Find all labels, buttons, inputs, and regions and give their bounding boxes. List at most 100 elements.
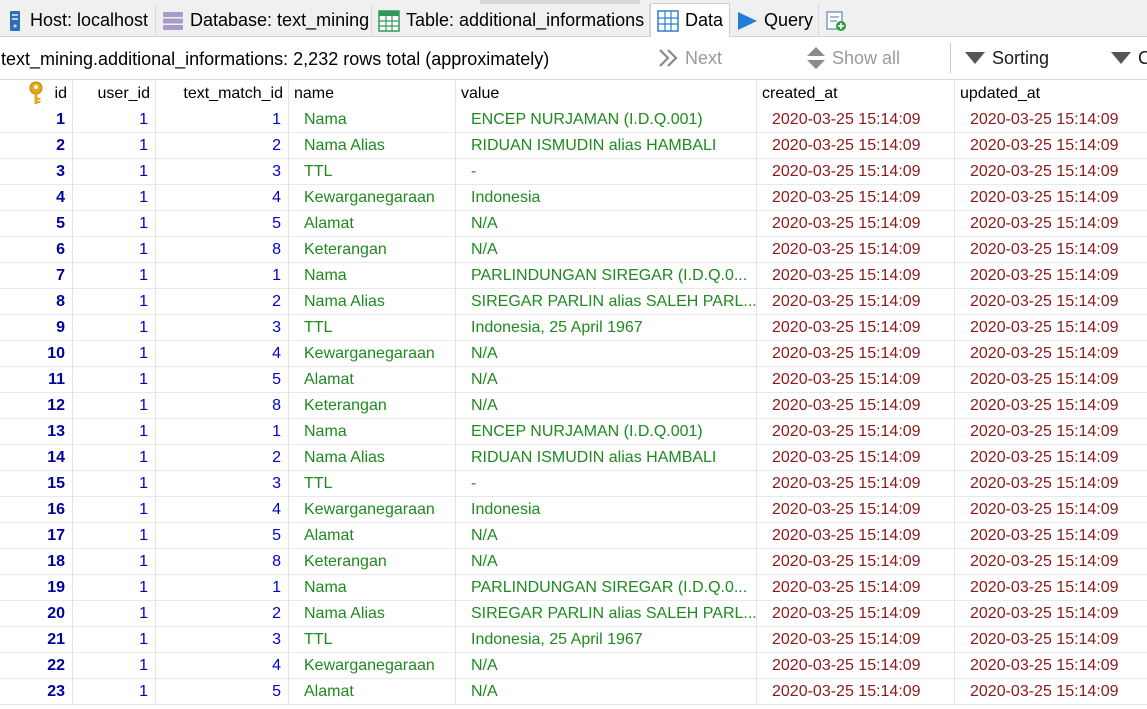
table-row[interactable]: 4 1 4 Kewarganegaraan Indonesia 2020-03-25 15… <box>0 185 1147 211</box>
cell-name[interactable]: Keterangan <box>289 549 456 575</box>
cell-id[interactable]: 15 <box>0 471 73 497</box>
cell-id[interactable]: 16 <box>0 497 73 523</box>
cell-user-id[interactable]: 1 <box>73 419 156 445</box>
table-row[interactable]: 8 1 2 Nama Alias SIREGAR PARLIN alias SALEH … <box>0 289 1147 315</box>
cell-name[interactable]: Keterangan <box>289 237 456 263</box>
cell-name[interactable]: Nama <box>289 575 456 601</box>
cell-created-at[interactable]: 2020-03-25 15:14:09 <box>757 289 955 315</box>
cell-created-at[interactable]: 2020-03-25 15:14:09 <box>757 419 955 445</box>
cell-name[interactable]: Nama Alias <box>289 601 456 627</box>
cell-updated-at[interactable]: 2020-03-25 15:14:09 <box>955 627 1147 653</box>
cell-name[interactable]: Kewarganegaraan <box>289 653 456 679</box>
cell-created-at[interactable]: 2020-03-25 15:14:09 <box>757 471 955 497</box>
cell-text-match-id[interactable]: 2 <box>156 133 289 159</box>
table-row[interactable]: 16 1 4 Kewarganegaraan Indonesia 2020-03-25 1… <box>0 497 1147 523</box>
cell-id[interactable]: 4 <box>0 185 73 211</box>
cell-user-id[interactable]: 1 <box>73 211 156 237</box>
cell-user-id[interactable]: 1 <box>73 497 156 523</box>
cell-user-id[interactable]: 1 <box>73 315 156 341</box>
cell-name[interactable]: TTL <box>289 627 456 653</box>
cell-updated-at[interactable]: 2020-03-25 15:14:09 <box>955 679 1147 705</box>
cell-created-at[interactable]: 2020-03-25 15:14:09 <box>757 393 955 419</box>
cell-user-id[interactable]: 1 <box>73 549 156 575</box>
cell-id[interactable]: 7 <box>0 263 73 289</box>
table-row[interactable]: 9 1 3 TTL Indonesia, 25 April 1967 2020-03-25… <box>0 315 1147 341</box>
cell-created-at[interactable]: 2020-03-25 15:14:09 <box>757 575 955 601</box>
cell-name[interactable]: Nama Alias <box>289 289 456 315</box>
cell-user-id[interactable]: 1 <box>73 289 156 315</box>
tab-host[interactable]: Host: localhost <box>0 4 156 37</box>
cell-value[interactable]: Indonesia, 25 April 1967 <box>456 627 757 653</box>
cell-created-at[interactable]: 2020-03-25 15:14:09 <box>757 497 955 523</box>
tab-data[interactable]: Data <box>650 3 730 37</box>
cell-updated-at[interactable]: 2020-03-25 15:14:09 <box>955 159 1147 185</box>
cell-value[interactable]: N/A <box>456 237 757 263</box>
table-row[interactable]: 3 1 3 TTL -2020-03-25 15:14:09 2020-03-25 15:… <box>0 159 1147 185</box>
cell-updated-at[interactable]: 2020-03-25 15:14:09 <box>955 315 1147 341</box>
cell-name[interactable]: TTL <box>289 159 456 185</box>
cell-name[interactable]: Alamat <box>289 523 456 549</box>
cell-updated-at[interactable]: 2020-03-25 15:14:09 <box>955 419 1147 445</box>
cell-user-id[interactable]: 1 <box>73 107 156 133</box>
cell-user-id[interactable]: 1 <box>73 393 156 419</box>
column-header-name[interactable]: name <box>289 80 456 107</box>
cell-name[interactable]: TTL <box>289 471 456 497</box>
cell-name[interactable]: TTL <box>289 315 456 341</box>
cell-value[interactable]: Indonesia <box>456 185 757 211</box>
cell-name[interactable]: Nama Alias <box>289 445 456 471</box>
cell-created-at[interactable]: 2020-03-25 15:14:09 <box>757 185 955 211</box>
cell-value[interactable]: N/A <box>456 341 757 367</box>
cell-value[interactable]: Indonesia, 25 April 1967 <box>456 315 757 341</box>
cell-updated-at[interactable]: 2020-03-25 15:14:09 <box>955 601 1147 627</box>
cell-value[interactable]: N/A <box>456 549 757 575</box>
cell-id[interactable]: 13 <box>0 419 73 445</box>
cell-created-at[interactable]: 2020-03-25 15:14:09 <box>757 107 955 133</box>
cell-value[interactable]: Indonesia <box>456 497 757 523</box>
cell-created-at[interactable]: 2020-03-25 15:14:09 <box>757 341 955 367</box>
cell-value[interactable]: N/A <box>456 367 757 393</box>
tab-table[interactable]: Table: additional_informations <box>372 4 650 37</box>
cell-name[interactable]: Alamat <box>289 211 456 237</box>
column-header-id[interactable]: id <box>0 80 73 107</box>
cell-created-at[interactable]: 2020-03-25 15:14:09 <box>757 237 955 263</box>
table-row[interactable]: 15 1 3 TTL -2020-03-25 15:14:09 2020-03-25 15… <box>0 471 1147 497</box>
cell-updated-at[interactable]: 2020-03-25 15:14:09 <box>955 185 1147 211</box>
cell-text-match-id[interactable]: 2 <box>156 445 289 471</box>
cell-user-id[interactable]: 1 <box>73 237 156 263</box>
cell-created-at[interactable]: 2020-03-25 15:14:09 <box>757 679 955 705</box>
cell-text-match-id[interactable]: 2 <box>156 601 289 627</box>
cell-updated-at[interactable]: 2020-03-25 15:14:09 <box>955 133 1147 159</box>
table-row[interactable]: 11 1 5 Alamat N/A 2020-03-25 15:14:09 2020-03-… <box>0 367 1147 393</box>
cell-id[interactable]: 12 <box>0 393 73 419</box>
column-header-text-match-id[interactable]: text_match_id <box>156 80 289 107</box>
cell-updated-at[interactable]: 2020-03-25 15:14:09 <box>955 367 1147 393</box>
cell-updated-at[interactable]: 2020-03-25 15:14:09 <box>955 341 1147 367</box>
cell-id[interactable]: 8 <box>0 289 73 315</box>
cell-text-match-id[interactable]: 8 <box>156 393 289 419</box>
cell-id[interactable]: 9 <box>0 315 73 341</box>
cell-user-id[interactable]: 1 <box>73 523 156 549</box>
cell-updated-at[interactable]: 2020-03-25 15:14:09 <box>955 471 1147 497</box>
cell-text-match-id[interactable]: 1 <box>156 419 289 445</box>
cell-id[interactable]: 23 <box>0 679 73 705</box>
cell-value[interactable]: SIREGAR PARLIN alias SALEH PARL... <box>456 289 757 315</box>
table-row[interactable]: 20 1 2 Nama Alias SIREGAR PARLIN alias SALEH… <box>0 601 1147 627</box>
cell-name[interactable]: Kewarganegaraan <box>289 341 456 367</box>
cell-user-id[interactable]: 1 <box>73 445 156 471</box>
table-row[interactable]: 23 1 5 Alamat N/A 2020-03-25 15:14:09 2020-03-… <box>0 679 1147 705</box>
cell-name[interactable]: Nama <box>289 107 456 133</box>
cell-user-id[interactable]: 1 <box>73 341 156 367</box>
cell-user-id[interactable]: 1 <box>73 679 156 705</box>
cell-text-match-id[interactable]: 3 <box>156 159 289 185</box>
cell-text-match-id[interactable]: 1 <box>156 263 289 289</box>
cell-created-at[interactable]: 2020-03-25 15:14:09 <box>757 627 955 653</box>
cell-created-at[interactable]: 2020-03-25 15:14:09 <box>757 159 955 185</box>
cell-text-match-id[interactable]: 5 <box>156 211 289 237</box>
cell-text-match-id[interactable]: 3 <box>156 471 289 497</box>
table-row[interactable]: 5 1 5 Alamat N/A 2020-03-25 15:14:09 2020-03-2… <box>0 211 1147 237</box>
cell-text-match-id[interactable]: 4 <box>156 341 289 367</box>
column-header-created-at[interactable]: created_at <box>757 80 955 107</box>
cell-value[interactable]: SIREGAR PARLIN alias SALEH PARL... <box>456 601 757 627</box>
cell-updated-at[interactable]: 2020-03-25 15:14:09 <box>955 549 1147 575</box>
table-row[interactable]: 10 1 4 Kewarganegaraan N/A 2020-03-25 15:14:0… <box>0 341 1147 367</box>
